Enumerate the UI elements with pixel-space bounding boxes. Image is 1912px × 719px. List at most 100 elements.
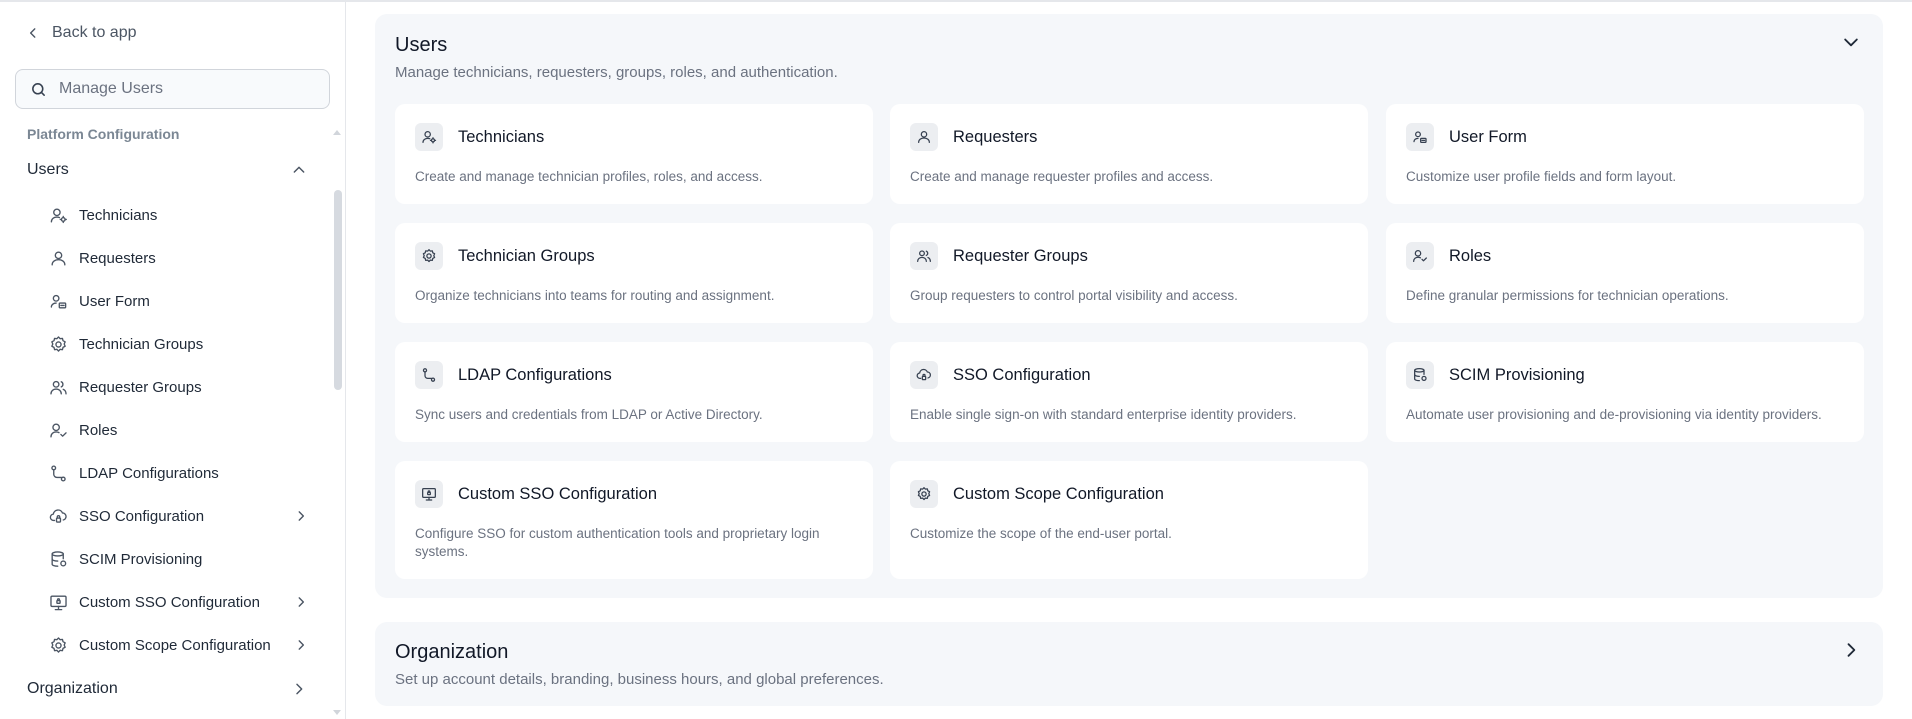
card-title: SSO Configuration [953, 366, 1091, 384]
database-icon [48, 549, 68, 569]
chevron-left-icon [29, 28, 36, 38]
sidebar-item-technicians[interactable]: Technicians [48, 202, 308, 228]
sidebar-item-label: Requesters [79, 249, 156, 267]
sidebar-item-label: LDAP Configurations [79, 464, 219, 482]
search-box[interactable] [15, 69, 330, 109]
sidebar-group-organization-label: Organization [27, 680, 118, 697]
sidebar-item-label: Roles [79, 421, 118, 439]
sidebar-group-users-label: Users [27, 161, 69, 178]
sidebar-group-organization[interactable]: Organization [27, 677, 307, 701]
card-title: Custom SSO Configuration [458, 485, 658, 503]
users-section-title: Users [395, 34, 448, 56]
sidebar: Back to app Platform Configuration Users… [0, 2, 346, 719]
sidebar-item-requester-groups[interactable]: Requester Groups [48, 374, 308, 400]
route-icon [48, 463, 68, 483]
sidebar-scrollbar[interactable] [334, 190, 342, 390]
back-to-app-label: Back to app [52, 24, 137, 41]
chevron-right-icon[interactable] [294, 509, 308, 523]
monitor-lock-icon [48, 592, 68, 612]
user-icon [910, 123, 938, 151]
card-title: Custom Scope Configuration [953, 485, 1164, 503]
card-description: Enable single sign-on with standard ente… [910, 407, 1297, 422]
user-form-icon [48, 291, 68, 311]
database-icon [1406, 361, 1434, 389]
card-description: Define granular permissions for technici… [1406, 288, 1729, 303]
scroll-down-arrow[interactable] [333, 710, 341, 715]
card-title: SCIM Provisioning [1449, 366, 1585, 384]
search-input[interactable] [59, 80, 309, 98]
cloud-lock-icon [910, 361, 938, 389]
cloud-lock-icon [48, 506, 68, 526]
sidebar-item-label: Requester Groups [79, 378, 202, 396]
sidebar-item-label: Technicians [79, 206, 158, 224]
sidebar-item-ldap-configurations[interactable]: LDAP Configurations [48, 460, 308, 486]
card-title: Technicians [458, 128, 545, 146]
card-custom-scope-configuration[interactable]: Custom Scope Configuration Customize the… [890, 461, 1368, 579]
card-title: Requesters [953, 128, 1038, 146]
sidebar-item-label: SSO Configuration [79, 507, 205, 525]
route-icon [415, 361, 443, 389]
card-technicians[interactable]: Technicians Create and manage technician… [395, 104, 873, 204]
gear-icon [415, 242, 443, 270]
card-description: Configure SSO for custom authentication … [415, 526, 820, 559]
sidebar-item-roles[interactable]: Roles [48, 417, 308, 443]
user-form-icon [1406, 123, 1434, 151]
card-description: Customize the scope of the end-user port… [910, 526, 1172, 541]
card-scim-provisioning[interactable]: SCIM Provisioning Automate user provisio… [1386, 342, 1864, 442]
card-roles[interactable]: Roles Define granular permissions for te… [1386, 223, 1864, 323]
sidebar-item-label: Custom SSO Configuration [79, 593, 260, 611]
app-window: Back to app Platform Configuration Users… [0, 0, 1912, 719]
card-technician-groups[interactable]: Technician Groups Organize technicians i… [395, 223, 873, 323]
user-gear-icon [415, 123, 443, 151]
card-sso-configuration[interactable]: SSO Configuration Enable single sign-on … [890, 342, 1368, 442]
card-description: Group requesters to control portal visib… [910, 288, 1238, 303]
sidebar-item-requesters[interactable]: Requesters [48, 245, 308, 271]
sidebar-item-scim-provisioning[interactable]: SCIM Provisioning [48, 546, 308, 572]
sidebar-item-label: Technician Groups [79, 335, 204, 353]
users-section: Users Manage technicians, requesters, gr… [375, 14, 1883, 598]
users-section-subtitle: Manage technicians, requesters, groups, … [395, 64, 838, 81]
organization-section-title: Organization [395, 641, 509, 663]
card-title: Technician Groups [458, 247, 595, 265]
chevron-right-icon[interactable] [294, 638, 308, 652]
sidebar-item-custom-scope-configuration[interactable]: Custom Scope Configuration [48, 632, 308, 658]
gear-icon [48, 635, 68, 655]
card-description: Create and manage technician profiles, r… [415, 169, 763, 184]
chevron-right-icon[interactable] [294, 595, 308, 609]
sidebar-group-users[interactable]: Users [27, 158, 307, 182]
user-icon [48, 248, 68, 268]
chevron-right-icon[interactable] [1841, 640, 1861, 660]
card-requesters[interactable]: Requesters Create and manage requester p… [890, 104, 1368, 204]
card-description: Organize technicians into teams for rout… [415, 288, 775, 303]
users-icon [48, 377, 68, 397]
sidebar-item-technician-groups[interactable]: Technician Groups [48, 331, 308, 357]
sidebar-item-sso-configuration[interactable]: SSO Configuration [48, 503, 308, 529]
section-label-platform-configuration: Platform Configuration [27, 126, 180, 142]
card-description: Create and manage requester profiles and… [910, 169, 1214, 184]
card-title: Roles [1449, 247, 1492, 265]
card-user-form[interactable]: User Form Customize user profile fields … [1386, 104, 1864, 204]
gear-icon [48, 334, 68, 354]
card-custom-sso-configuration[interactable]: Custom SSO Configuration Configure SSO f… [395, 461, 873, 579]
organization-section[interactable]: Organization Set up account details, bra… [375, 622, 1883, 706]
sidebar-item-label: Custom Scope Configuration [79, 636, 271, 654]
chevron-right-icon [296, 683, 303, 695]
sidebar-item-custom-sso-configuration[interactable]: Custom SSO Configuration [48, 589, 308, 615]
sidebar-item-label: User Form [79, 292, 150, 310]
sidebar-item-user-form[interactable]: User Form [48, 288, 308, 314]
user-check-icon [48, 420, 68, 440]
monitor-lock-icon [415, 480, 443, 508]
users-icon [910, 242, 938, 270]
chevron-down-icon[interactable] [1841, 32, 1861, 52]
scroll-up-arrow[interactable] [333, 130, 341, 135]
card-description: Sync users and credentials from LDAP or … [415, 407, 763, 422]
card-ldap-configurations[interactable]: LDAP Configurations Sync users and crede… [395, 342, 873, 442]
card-title: Requester Groups [953, 247, 1088, 265]
card-requester-groups[interactable]: Requester Groups Group requesters to con… [890, 223, 1368, 323]
card-description: Automate user provisioning and de-provis… [1406, 407, 1822, 422]
chevron-up-icon [293, 166, 305, 173]
card-title: User Form [1449, 128, 1527, 146]
card-title: LDAP Configurations [458, 366, 612, 384]
user-check-icon [1406, 242, 1434, 270]
back-to-app-link[interactable]: Back to app [26, 24, 137, 42]
